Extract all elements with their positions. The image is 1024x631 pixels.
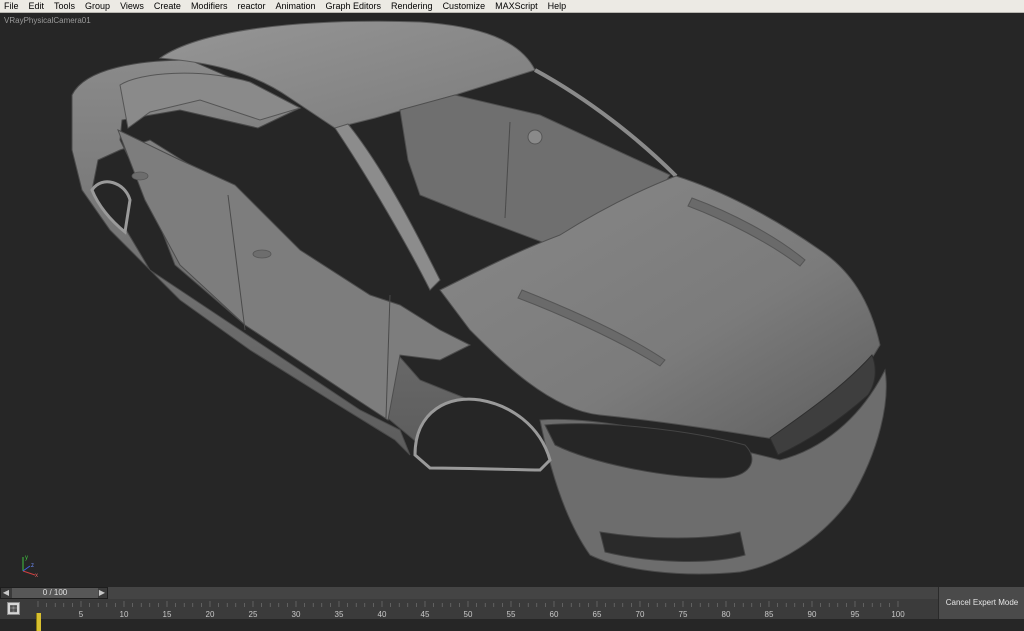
- menu-reactor[interactable]: reactor: [232, 0, 270, 12]
- ruler-tick-label: 50: [464, 610, 473, 619]
- track-bar[interactable]: ▦ 5 10 15 20 25 30 35 40 45 50 55 60 65 70 75 80 85 90 95 1…: [0, 599, 938, 631]
- menu-animation[interactable]: Animation: [270, 0, 320, 12]
- time-cursor[interactable]: [36, 613, 41, 631]
- viewport-label[interactable]: VRayPhysicalCamera01: [4, 16, 91, 25]
- ruler-tick-label: 95: [851, 610, 860, 619]
- axis-x-label: x: [35, 573, 38, 579]
- menu-views[interactable]: Views: [115, 0, 149, 12]
- menu-customize[interactable]: Customize: [438, 0, 491, 12]
- ruler-tick-label: 60: [550, 610, 559, 619]
- menu-group[interactable]: Group: [80, 0, 115, 12]
- arrow-right-icon[interactable]: ▶: [97, 588, 107, 598]
- ruler-tick-label: 80: [722, 610, 731, 619]
- car-body-model: [71, 20, 887, 575]
- ruler-tick-label: 10: [120, 610, 129, 619]
- time-slider-thumb[interactable]: 0 / 100: [12, 588, 98, 598]
- time-slider[interactable]: ◀ 0 / 100 ▶: [0, 587, 108, 599]
- door-handle: [252, 249, 272, 259]
- menu-file[interactable]: File: [0, 0, 24, 12]
- ruler-tick-label: 5: [79, 610, 84, 619]
- time-bar: ◀ 0 / 100 ▶ ▦ 5 10 15 20 25 30 35 40 45 50 55 60 65 7…: [0, 587, 1024, 631]
- menu-create[interactable]: Create: [149, 0, 186, 12]
- menu-rendering[interactable]: Rendering: [386, 0, 438, 12]
- ruler-tick-label: 35: [335, 610, 344, 619]
- menu-maxscript[interactable]: MAXScript: [490, 0, 543, 12]
- menu-tools[interactable]: Tools: [49, 0, 80, 12]
- ruler-tick-label: 25: [249, 610, 258, 619]
- ruler-tick-label: 45: [421, 610, 430, 619]
- ruler-tick-label: 100: [891, 610, 905, 619]
- camera-viewport[interactable]: VRayPhysicalCamera01 y z x: [0, 13, 1024, 587]
- arrow-left-icon[interactable]: ◀: [1, 588, 11, 598]
- axis-z-label: z: [31, 563, 34, 569]
- menu-bar: File Edit Tools Group Views Create Modif…: [0, 0, 1024, 13]
- ruler-tick-label: 15: [163, 610, 172, 619]
- ruler-tick-label: 65: [593, 610, 602, 619]
- cancel-expert-mode-button[interactable]: Cancel Expert Mode: [938, 587, 1024, 619]
- ruler-tick-label: 40: [378, 610, 387, 619]
- menu-modifiers[interactable]: Modifiers: [186, 0, 233, 12]
- axis-y-label: y: [25, 555, 28, 561]
- ruler-tick-label: 75: [679, 610, 688, 619]
- ruler-tick-label: 85: [765, 610, 774, 619]
- axis-gizmo-icon: y z x: [22, 555, 38, 579]
- ruler-tick-label: 70: [636, 610, 645, 619]
- ruler-tick-label: 30: [292, 610, 301, 619]
- door-handle: [131, 171, 149, 181]
- front-wheel-arch: [413, 397, 552, 472]
- ruler-tick-label: 90: [808, 610, 817, 619]
- ruler-tick-label: 55: [507, 610, 516, 619]
- mirror: [527, 129, 543, 145]
- menu-edit[interactable]: Edit: [24, 0, 50, 12]
- menu-graph-editors[interactable]: Graph Editors: [321, 0, 387, 12]
- ruler-tick-label: 20: [206, 610, 215, 619]
- menu-help[interactable]: Help: [543, 0, 572, 12]
- frame-ruler: 5 10 15 20 25 30 35 40 45 50 55 60 65 70 75 80 85 90 95 100: [37, 601, 905, 619]
